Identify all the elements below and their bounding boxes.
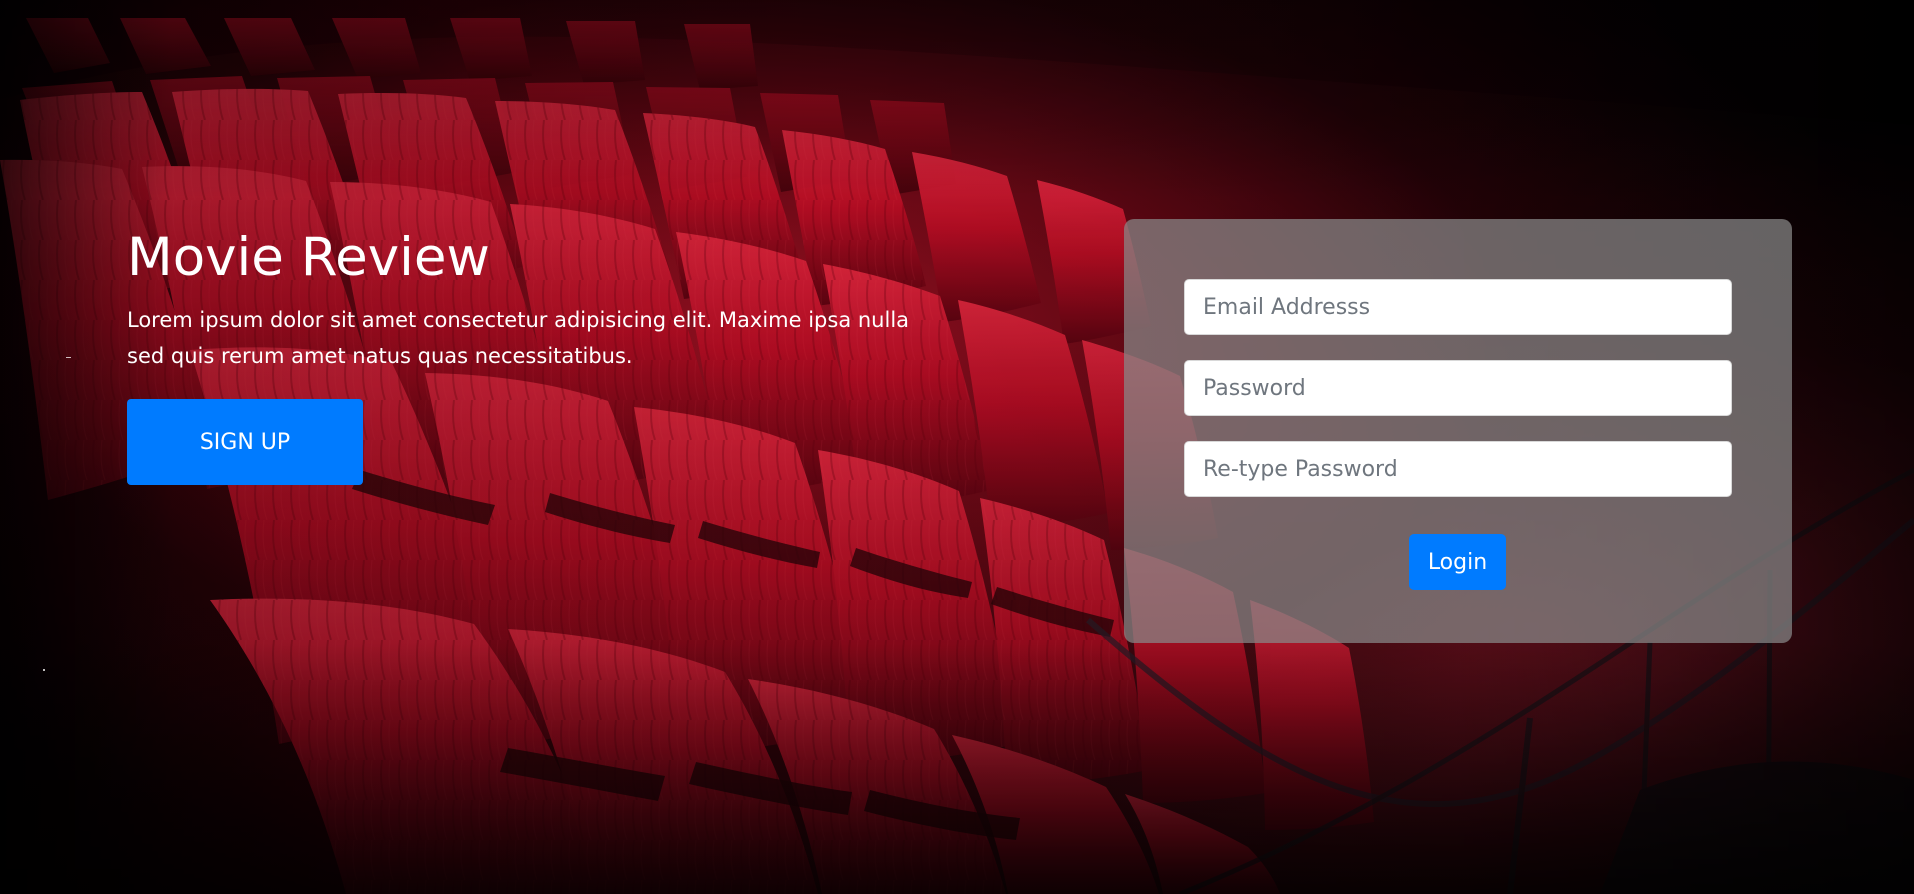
password-field[interactable]: [1184, 360, 1732, 416]
movie-review-landing-page: Movie Review Lorem ipsum dolor sit amet …: [0, 0, 1914, 894]
tiny-left-mark: [66, 357, 71, 358]
hero-section: Movie Review Lorem ipsum dolor sit amet …: [127, 226, 927, 485]
tiny-left-dot: [43, 669, 45, 671]
email-field[interactable]: [1184, 279, 1732, 335]
retype-password-field[interactable]: [1184, 441, 1732, 497]
login-card: Login: [1124, 219, 1792, 643]
signup-button[interactable]: SIGN UP: [127, 399, 363, 485]
hero-description: Lorem ipsum dolor sit amet consectetur a…: [127, 308, 910, 368]
login-button[interactable]: Login: [1409, 534, 1506, 590]
page-title: Movie Review: [127, 227, 490, 288]
